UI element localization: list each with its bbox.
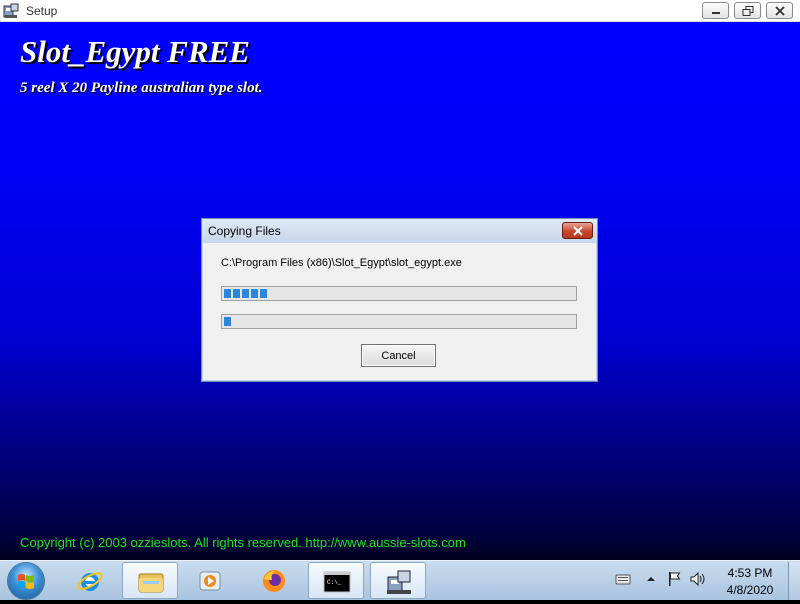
setup-app-icon — [3, 3, 19, 18]
file-progress-bar — [221, 286, 577, 301]
file-progress-fill — [224, 289, 267, 298]
close-button[interactable] — [766, 2, 793, 19]
show-desktop-button[interactable] — [788, 562, 800, 600]
dialog-close-button[interactable] — [562, 222, 593, 239]
dialog-titlebar[interactable]: Copying Files — [202, 219, 597, 243]
app-title: Slot_Egypt FREE — [20, 34, 250, 69]
taskbar-file-explorer[interactable] — [122, 562, 178, 599]
taskbar-firefox[interactable] — [246, 562, 302, 599]
copying-files-dialog: Copying Files C:\Program Files (x86)\Slo… — [201, 218, 598, 382]
app-subtitle: 5 reel X 20 Payline australian type slot… — [20, 80, 263, 96]
windows-logo-icon — [18, 574, 34, 589]
taskbar-internet-explorer[interactable] — [62, 562, 118, 599]
window-titlebar[interactable]: Setup — [0, 0, 800, 22]
start-button[interactable] — [8, 563, 44, 599]
maximize-button[interactable] — [734, 2, 761, 19]
current-file-path: C:\Program Files (x86)\Slot_Egypt\slot_e… — [221, 257, 462, 269]
taskbar-command-prompt[interactable]: C:\_ — [308, 562, 364, 599]
internet-explorer-icon — [77, 572, 103, 591]
taskbar-setup[interactable] — [370, 562, 426, 599]
clock-date[interactable]: 4/8/2020 — [722, 583, 778, 597]
show-hidden-icons-icon[interactable] — [643, 571, 659, 587]
close-icon — [573, 226, 583, 236]
volume-icon[interactable] — [690, 571, 706, 587]
cancel-button[interactable]: Cancel — [361, 344, 436, 367]
media-player-icon — [199, 571, 221, 591]
taskbar-media-player[interactable] — [182, 562, 238, 599]
overall-progress-fill — [224, 317, 231, 326]
setup-icon — [387, 570, 411, 594]
svg-text:C:\_: C:\_ — [327, 579, 342, 586]
folder-icon — [138, 573, 164, 593]
firefox-icon — [263, 570, 285, 592]
command-prompt-icon: C:\_ — [323, 571, 351, 593]
restore-icon — [742, 6, 754, 16]
dialog-title: Copying Files — [208, 224, 281, 238]
clock-time[interactable]: 4:53 PM — [722, 566, 778, 580]
window-title: Setup — [26, 4, 58, 18]
minimize-icon — [712, 12, 720, 14]
action-center-flag-icon[interactable] — [667, 571, 683, 587]
keyboard-icon[interactable] — [615, 571, 631, 587]
minimize-button[interactable] — [702, 2, 729, 19]
copyright-text: Copyright (c) 2003 ozzieslots. All right… — [20, 535, 466, 550]
close-icon — [775, 6, 785, 16]
overall-progress-bar — [221, 314, 577, 329]
